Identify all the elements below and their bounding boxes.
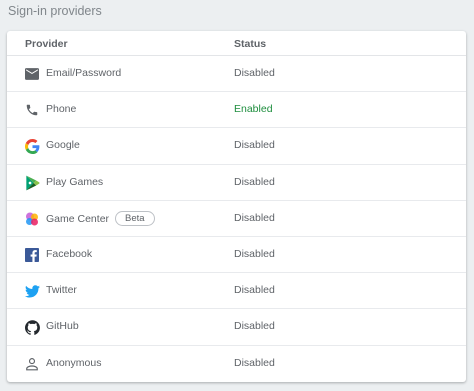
provider-column-header: Provider (25, 38, 68, 50)
provider-name: Email/Password (46, 67, 122, 79)
provider-row-anonymous[interactable]: Anonymous Disabled (7, 346, 466, 382)
provider-status: Disabled (234, 175, 275, 188)
provider-row-email-password[interactable]: Email/Password Disabled (7, 56, 466, 93)
provider-name: Anonymous (46, 356, 102, 369)
provider-row-phone[interactable]: Phone Enabled (7, 92, 466, 129)
provider-name-text: Game Center (46, 212, 110, 225)
table-header: Provider Status (7, 31, 466, 56)
provider-row-google[interactable]: Google Disabled (7, 128, 466, 165)
beta-badge: Beta (115, 210, 155, 226)
provider-name: Twitter (46, 284, 77, 297)
section-title: Sign-in providers (8, 4, 102, 18)
provider-status: Disabled (234, 211, 275, 224)
provider-status: Disabled (234, 356, 275, 369)
google-icon (24, 138, 40, 154)
provider-status: Disabled (234, 247, 275, 260)
provider-row-twitter[interactable]: Twitter Disabled (7, 273, 466, 310)
twitter-icon (24, 283, 40, 299)
person-icon (24, 356, 40, 372)
provider-status: Enabled (234, 103, 273, 116)
github-icon (24, 319, 40, 335)
facebook-icon (24, 247, 40, 263)
provider-row-facebook[interactable]: Facebook Disabled (7, 237, 466, 274)
provider-row-game-center[interactable]: Game Center Beta Disabled (7, 201, 466, 237)
provider-name: Google (46, 139, 80, 152)
play-games-icon (24, 175, 40, 191)
provider-name: Phone (46, 103, 77, 116)
provider-name: Play Games (46, 175, 104, 188)
status-column-header: Status (234, 38, 267, 50)
provider-status: Disabled (234, 284, 275, 297)
provider-status: Disabled (234, 67, 275, 79)
provider-row-play-games[interactable]: Play Games Disabled (7, 165, 466, 201)
provider-name: Game Center Beta (46, 210, 155, 227)
provider-name: Facebook (46, 247, 93, 260)
email-icon (24, 66, 40, 82)
provider-status: Disabled (234, 320, 275, 333)
phone-icon (24, 102, 40, 118)
provider-name: GitHub (46, 320, 79, 333)
providers-table: Provider Status Email/Password Disabled … (7, 31, 466, 382)
game-center-icon (24, 211, 40, 227)
provider-status: Disabled (234, 139, 275, 152)
provider-row-github[interactable]: GitHub Disabled (7, 309, 466, 346)
